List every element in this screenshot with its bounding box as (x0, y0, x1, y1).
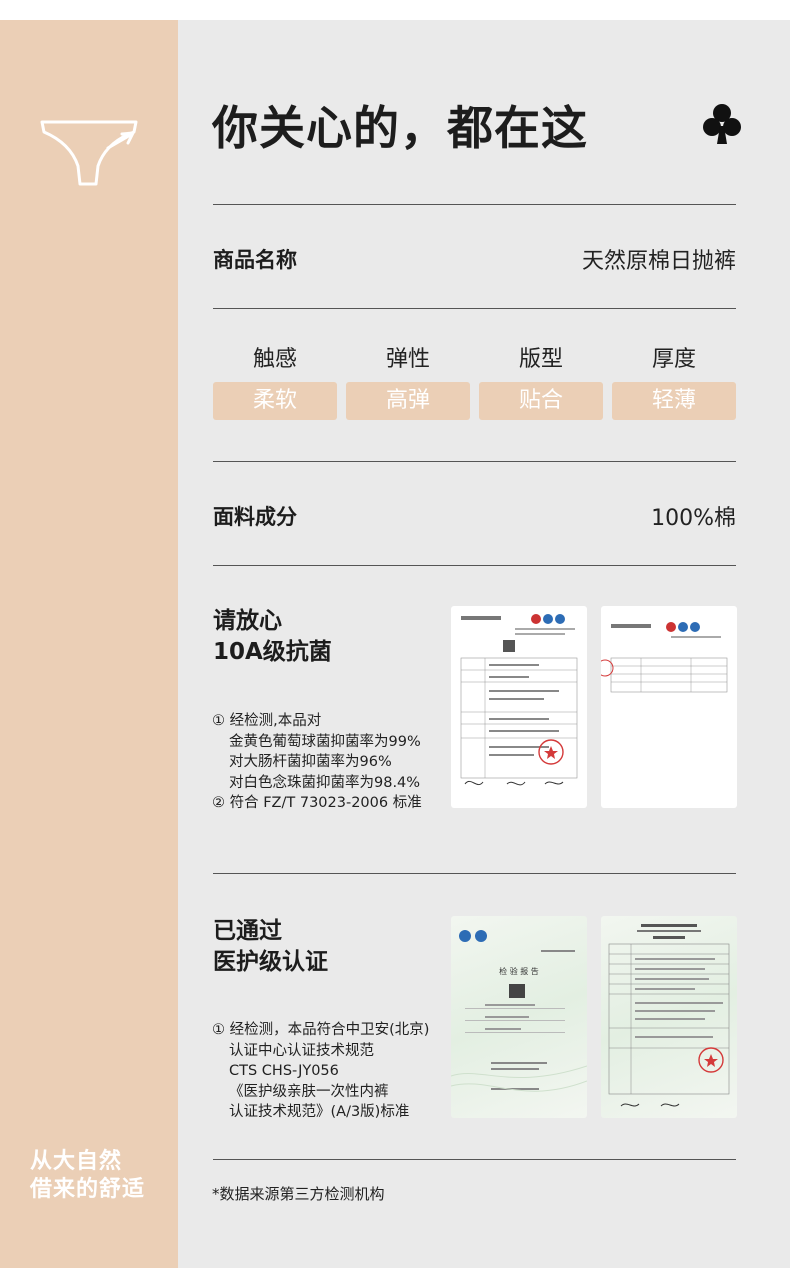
divider (213, 461, 736, 462)
attribute-chip: 柔软 (213, 382, 337, 420)
note-line: 对大肠杆菌抑菌率为96% (229, 754, 392, 770)
attribute-chip: 高弹 (346, 382, 470, 420)
certificate-image-1: 检 验 报 告 (451, 916, 587, 1118)
certification-title-line-2: 医护级认证 (213, 949, 328, 975)
test-report-image-2 (601, 606, 737, 808)
certification-title: 已通过 医护级认证 (213, 916, 328, 978)
sidebar-slogan: 从大自然 借来的舒适 (30, 1148, 145, 1204)
note-line: ② 符合 FZ/T 73023-2006 标准 (212, 795, 422, 811)
divider (213, 308, 736, 309)
divider (213, 873, 736, 874)
attribute-elasticity: 弹性 高弹 (346, 344, 470, 420)
footnote: *数据来源第三方检测机构 (212, 1185, 385, 1203)
attribute-name: 弹性 (385, 347, 430, 372)
note-line: 认证技术规范》(A/3版)标准 (229, 1104, 410, 1120)
page: 从大自然 借来的舒适 你关心的，都在这 商品名称 天然原棉日抛裤 触感 柔软 弹… (0, 0, 790, 1268)
antibacterial-title: 请放心 10A级抗菌 (213, 606, 332, 668)
fabric-label: 面料成分 (213, 505, 297, 529)
attribute-name: 版型 (518, 347, 563, 372)
attribute-thickness: 厚度 轻薄 (612, 344, 736, 420)
note-line: ① 经检测，本品符合中卫安(北京) (212, 1022, 430, 1038)
slogan-line-1: 从大自然 (30, 1149, 123, 1174)
attribute-chip: 轻薄 (612, 382, 736, 420)
page-title: 你关心的，都在这 (212, 101, 588, 155)
note-line: CTS CHS-JY056 (229, 1063, 339, 1079)
divider (213, 1159, 736, 1160)
note-line: 金黄色葡萄球菌抑菌率为99% (229, 733, 421, 750)
product-name-label: 商品名称 (213, 248, 297, 272)
divider (213, 204, 736, 205)
report-heading: 检 验 报 告 (499, 967, 539, 976)
briefs-icon (40, 120, 138, 186)
slogan-line-2: 借来的舒适 (30, 1177, 146, 1202)
note-line: 对白色念珠菌抑菌率为98.4% (229, 774, 421, 791)
antibacterial-title-line-2: 10A级抗菌 (213, 639, 332, 665)
attribute-fit: 版型 贴合 (479, 344, 603, 420)
note-line: 认证中心认证技术规范 (229, 1042, 374, 1059)
certificate-image-2 (601, 916, 737, 1118)
divider (213, 565, 736, 566)
test-report-image-1 (451, 606, 587, 808)
attribute-chip: 贴合 (479, 382, 603, 420)
note-line: 《医护级亲肤一次性内裤 (229, 1083, 389, 1100)
attribute-name: 触感 (252, 347, 297, 372)
club-icon (703, 104, 741, 144)
fabric-value: 100%棉 (651, 506, 736, 531)
product-name-value: 天然原棉日抛裤 (581, 249, 736, 274)
certification-notes: ① 经检测，本品符合中卫安(北京) 认证中心认证技术规范 CTS CHS-JY0… (212, 1020, 429, 1123)
antibacterial-title-line-1: 请放心 (213, 608, 282, 634)
attribute-touch: 触感 柔软 (213, 344, 337, 420)
sidebar: 从大自然 借来的舒适 (0, 20, 178, 1268)
antibacterial-notes: ① 经检测,本品对 金黄色葡萄球菌抑菌率为99% 对大肠杆菌抑菌率为96% 对白… (212, 711, 422, 814)
note-line: ① 经检测,本品对 (212, 713, 322, 729)
attribute-name: 厚度 (651, 347, 696, 372)
certification-title-line-1: 已通过 (213, 918, 282, 944)
